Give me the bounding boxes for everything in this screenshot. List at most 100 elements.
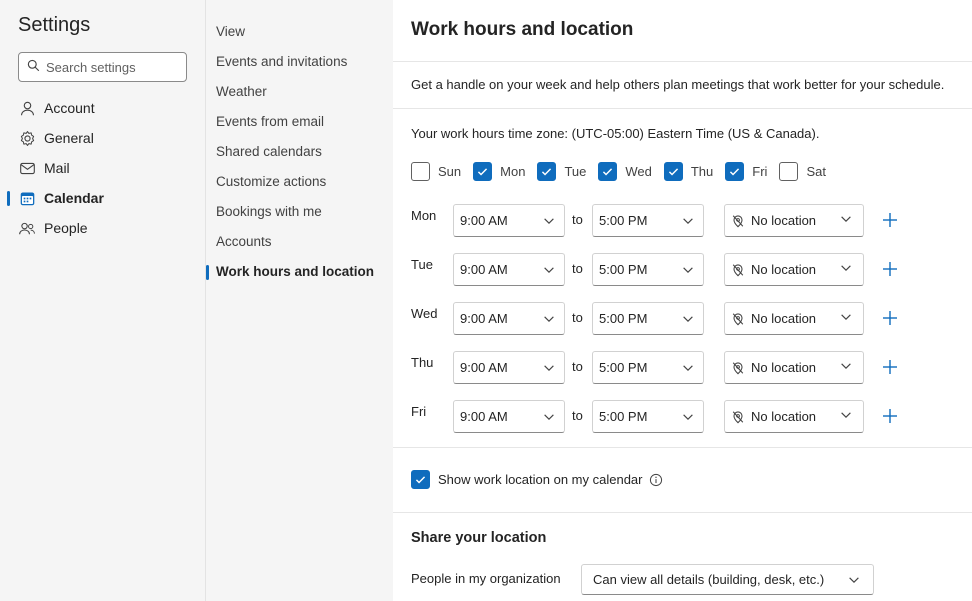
subnav-item-accounts[interactable]: Accounts [216, 232, 272, 252]
divider [393, 512, 972, 513]
chevron-down-icon [839, 212, 853, 226]
intro-text: Get a handle on your week and help other… [411, 77, 945, 92]
settings-sidebar: Settings Account General Mail Calendar [0, 0, 206, 601]
start-time-dropdown[interactable]: 9:00 AM [453, 351, 565, 384]
day-option-sun[interactable]: Sun [411, 161, 462, 181]
schedule-row-fri: Fri 9:00 AM to 5:00 PM No location [411, 400, 971, 433]
nav-item-calendar[interactable]: Calendar [18, 186, 104, 210]
nav-item-people[interactable]: People [18, 216, 88, 240]
show-location-option[interactable]: Show work location on my calendar [411, 470, 663, 489]
day-option-sat[interactable]: Sat [779, 161, 826, 181]
end-time-dropdown[interactable]: 5:00 PM [592, 400, 704, 433]
start-time-dropdown[interactable]: 9:00 AM [453, 253, 565, 286]
day-checkbox[interactable] [537, 161, 557, 181]
day-option-mon[interactable]: Mon [473, 161, 525, 181]
chevron-down-icon [542, 361, 556, 375]
subnav-item-customize-actions[interactable]: Customize actions [216, 172, 326, 192]
start-time-dropdown[interactable]: 9:00 AM [453, 400, 565, 433]
location-dropdown[interactable]: No location [724, 351, 864, 384]
add-icon[interactable] [881, 260, 899, 278]
chevron-down-icon [681, 312, 695, 326]
day-option-fri[interactable]: Fri [725, 161, 768, 181]
page-title: Work hours and location [411, 19, 634, 40]
calendar-icon [18, 189, 36, 207]
divider [393, 61, 972, 62]
subnav-item-weather[interactable]: Weather [216, 82, 267, 102]
subnav-item-events-from-email[interactable]: Events from email [216, 112, 324, 132]
day-label: Wed [625, 163, 652, 179]
day-label: Sun [438, 163, 462, 179]
start-time-value: 9:00 AM [460, 409, 508, 424]
subnav-item-view[interactable]: View [216, 22, 245, 42]
location-dropdown[interactable]: No location [724, 253, 864, 286]
day-label: Thu [690, 163, 714, 179]
search-input[interactable] [46, 59, 176, 75]
chevron-down-icon [542, 214, 556, 228]
start-time-dropdown[interactable]: 9:00 AM [453, 204, 565, 237]
info-icon[interactable] [649, 473, 663, 487]
day-label: Tue [564, 163, 587, 179]
nav-item-mail[interactable]: Mail [18, 156, 70, 180]
start-time-value: 9:00 AM [460, 311, 508, 326]
to-label: to [572, 408, 583, 423]
share-location-dropdown[interactable]: Can view all details (building, desk, et… [581, 564, 874, 595]
day-checkbox[interactable] [598, 161, 618, 181]
end-time-value: 5:00 PM [599, 213, 648, 228]
location-value: No location [751, 409, 817, 424]
day-checkbox[interactable] [725, 161, 745, 181]
add-icon[interactable] [881, 407, 899, 425]
day-checkbox[interactable] [473, 161, 493, 181]
end-time-dropdown[interactable]: 5:00 PM [592, 253, 704, 286]
nav-item-label: Calendar [44, 190, 104, 206]
nav-item-account[interactable]: Account [18, 96, 95, 120]
no-location-icon [731, 214, 745, 228]
divider [393, 108, 972, 109]
subnav-item-events-invitations[interactable]: Events and invitations [216, 52, 347, 72]
share-location-label: People in my organization [411, 571, 561, 586]
day-checkbox[interactable] [779, 161, 799, 181]
gear-icon [18, 129, 36, 147]
show-location-checkbox[interactable] [411, 470, 430, 489]
subnav-item-bookings[interactable]: Bookings with me [216, 202, 322, 222]
day-option-tue[interactable]: Tue [537, 161, 587, 181]
chevron-down-icon [681, 361, 695, 375]
day-label: Mon [411, 208, 437, 223]
to-label: to [572, 261, 583, 276]
day-label: Sat [806, 163, 826, 179]
add-icon[interactable] [881, 309, 899, 327]
chevron-down-icon [542, 263, 556, 277]
end-time-dropdown[interactable]: 5:00 PM [592, 302, 704, 335]
chevron-down-icon [542, 312, 556, 326]
end-time-value: 5:00 PM [599, 409, 648, 424]
location-dropdown[interactable]: No location [724, 204, 864, 237]
end-time-dropdown[interactable]: 5:00 PM [592, 351, 704, 384]
end-time-dropdown[interactable]: 5:00 PM [592, 204, 704, 237]
day-label: Thu [411, 355, 434, 370]
day-checkbox[interactable] [411, 161, 430, 181]
end-time-value: 5:00 PM [599, 262, 648, 277]
location-dropdown[interactable]: No location [724, 302, 864, 335]
subnav-item-work-hours[interactable]: Work hours and location [216, 262, 374, 282]
location-value: No location [751, 262, 817, 277]
selected-indicator [7, 191, 10, 206]
subnav-item-shared-calendars[interactable]: Shared calendars [216, 142, 322, 162]
start-time-dropdown[interactable]: 9:00 AM [453, 302, 565, 335]
search-box[interactable] [18, 52, 187, 82]
end-time-value: 5:00 PM [599, 311, 648, 326]
chevron-down-icon [839, 408, 853, 422]
schedule-row-mon: Mon 9:00 AM to 5:00 PM No location [411, 204, 971, 237]
day-option-wed[interactable]: Wed [598, 161, 652, 181]
day-option-thu[interactable]: Thu [663, 161, 714, 181]
nav-item-label: Mail [44, 160, 70, 176]
no-location-icon [731, 312, 745, 326]
location-dropdown[interactable]: No location [724, 400, 864, 433]
add-icon[interactable] [881, 211, 899, 229]
work-hours-panel: Work hours and location Get a handle on … [393, 0, 972, 601]
start-time-value: 9:00 AM [460, 213, 508, 228]
nav-item-general[interactable]: General [18, 126, 94, 150]
settings-title: Settings [18, 14, 91, 36]
day-label: Fri [752, 163, 768, 179]
add-icon[interactable] [881, 358, 899, 376]
day-checkbox[interactable] [663, 161, 683, 181]
nav-item-label: People [44, 220, 88, 236]
